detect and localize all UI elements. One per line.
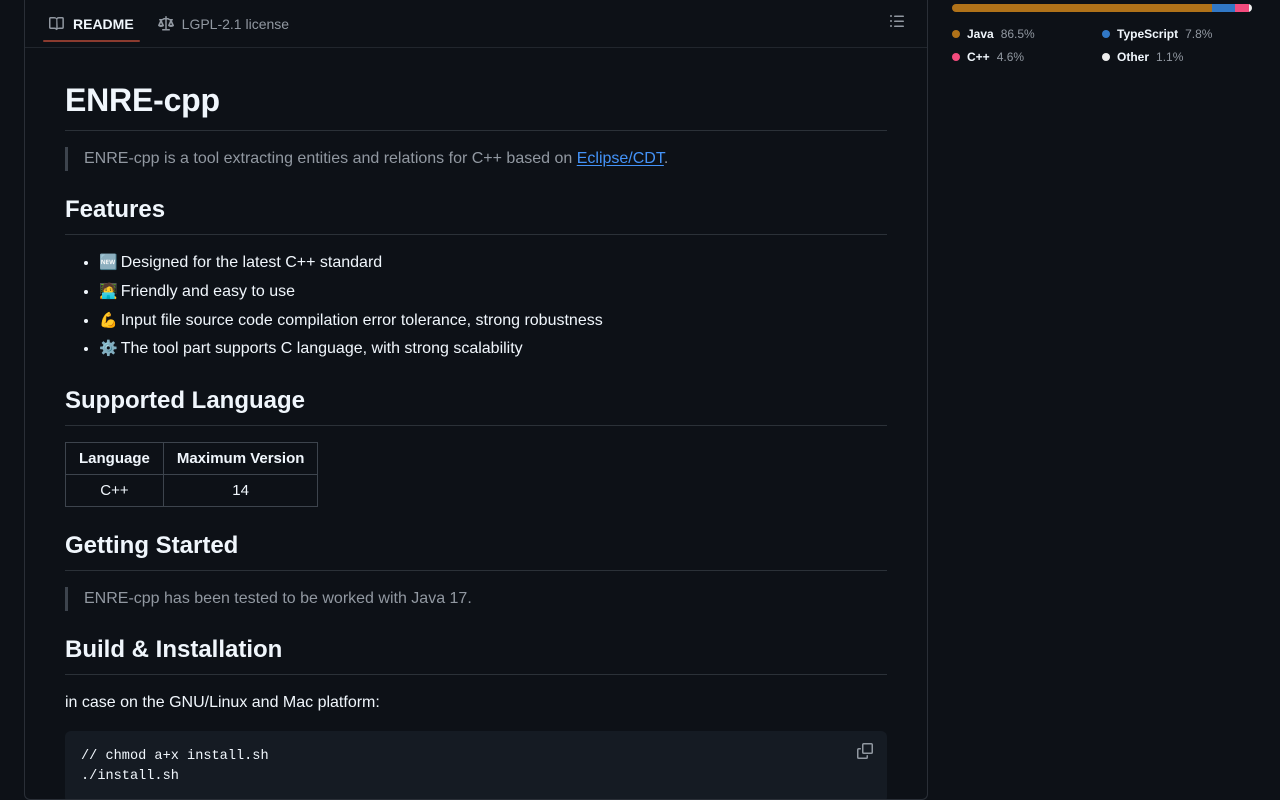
intro-text-before: ENRE-cpp is a tool extracting entities a… [84, 150, 577, 167]
table-cell-language: C++ [65, 474, 164, 508]
language-distribution-bar [952, 4, 1252, 12]
list-item: 💪Input file source code compilation erro… [99, 309, 887, 334]
language-dot-other [1102, 52, 1110, 61]
book-icon [49, 16, 65, 32]
flexed-biceps-emoji: 💪 [99, 310, 118, 329]
tab-readme[interactable]: README [41, 0, 142, 48]
table-cell-version: 14 [162, 474, 319, 508]
language-name-java: Java [967, 26, 994, 41]
heading-build-installation: Build & Installation [65, 635, 887, 676]
language-legend-item-typescript[interactable]: TypeScript 7.8% [1102, 22, 1252, 45]
intro-text-after: . [663, 150, 669, 167]
list-unordered-icon [889, 13, 905, 34]
features-list: 🆕Designed for the latest C++ standard 🧑‍… [65, 251, 887, 362]
install-code-block: // chmod a+x install.sh ./install.sh [65, 731, 887, 799]
language-name-cpp: C++ [967, 49, 990, 64]
language-dot-java [952, 29, 960, 38]
list-item: 🆕Designed for the latest C++ standard [99, 251, 887, 276]
language-legend-item-other[interactable]: Other 1.1% [1102, 45, 1252, 68]
getting-started-text: ENRE-cpp has been tested to be worked wi… [84, 590, 472, 608]
gear-emoji: ⚙️ [99, 339, 118, 358]
list-item: 🧑‍💻Friendly and easy to use [99, 280, 887, 305]
language-segment-other[interactable] [1248, 4, 1252, 12]
table-header-language: Language [65, 442, 164, 476]
language-segment-typescript[interactable] [1211, 4, 1235, 12]
language-percent-java: 86.5% [1000, 26, 1035, 41]
readme-tablist: README LGPL-2.1 license [41, 0, 297, 48]
language-legend: Java 86.5% TypeScript 7.8% C++ 4.6% Othe… [952, 22, 1252, 68]
getting-started-blockquote: ENRE-cpp has been tested to be worked wi… [65, 587, 887, 612]
heading-getting-started: Getting Started [65, 531, 887, 572]
feature-text: The tool part supports C language, with … [120, 340, 523, 358]
supported-language-table: Language Maximum Version C++ 14 [65, 442, 319, 508]
languages-panel: Java 86.5% TypeScript 7.8% C++ 4.6% Othe… [952, 0, 1252, 68]
readme-panel: README LGPL-2.1 license ENRE-cpp ENRE-cp… [24, 0, 928, 800]
readme-tab-bar: README LGPL-2.1 license [25, 0, 927, 48]
technologist-emoji: 🧑‍💻 [99, 281, 118, 300]
language-legend-item-java[interactable]: Java 86.5% [952, 22, 1102, 45]
build-paragraph: in case on the GNU/Linux and Mac platfor… [65, 694, 380, 712]
page-title: ENRE-cpp [65, 80, 887, 131]
language-dot-typescript [1102, 29, 1110, 38]
tab-label-readme: README [73, 15, 134, 32]
language-percent-other: 1.1% [1156, 49, 1184, 64]
github-repo-readme-page: README LGPL-2.1 license ENRE-cpp ENRE-cp… [0, 0, 1280, 800]
feature-text: Designed for the latest C++ standard [120, 254, 383, 271]
feature-text: Input file source code compilation error… [120, 311, 603, 329]
heading-features: Features [65, 195, 887, 235]
feature-text: Friendly and easy to use [120, 282, 296, 300]
install-code-text: // chmod a+x install.sh ./install.sh [81, 749, 269, 784]
language-segment-cpp[interactable] [1234, 4, 1249, 12]
language-percent-cpp: 4.6% [996, 49, 1025, 64]
copy-icon [857, 742, 873, 764]
readme-markdown-body: ENRE-cpp ENRE-cpp is a tool extracting e… [25, 48, 927, 799]
new-button-emoji: 🆕 [99, 253, 118, 271]
table-header-row: Language Maximum Version [65, 442, 319, 476]
heading-supported-language: Supported Language [65, 386, 887, 427]
language-dot-cpp [952, 52, 960, 61]
table-header-maximum-version: Maximum Version [162, 442, 319, 476]
list-item: ⚙️The tool part supports C language, wit… [99, 337, 887, 362]
language-legend-item-cpp[interactable]: C++ 4.6% [952, 45, 1102, 68]
outline-toggle-button[interactable] [883, 10, 911, 38]
table-row: C++ 14 [65, 474, 319, 508]
language-segment-java[interactable] [952, 4, 1212, 12]
language-name-typescript: TypeScript [1117, 26, 1179, 41]
tab-label-license: LGPL-2.1 license [181, 15, 290, 32]
law-icon [157, 15, 174, 32]
language-percent-typescript: 7.8% [1185, 26, 1213, 41]
tab-license[interactable]: LGPL-2.1 license [150, 0, 297, 48]
eclipse-cdt-link[interactable]: Eclipse/CDT [577, 150, 664, 167]
intro-blockquote: ENRE-cpp is a tool extracting entities a… [65, 147, 887, 171]
language-name-other: Other [1117, 49, 1150, 64]
copy-code-button[interactable] [851, 739, 879, 767]
